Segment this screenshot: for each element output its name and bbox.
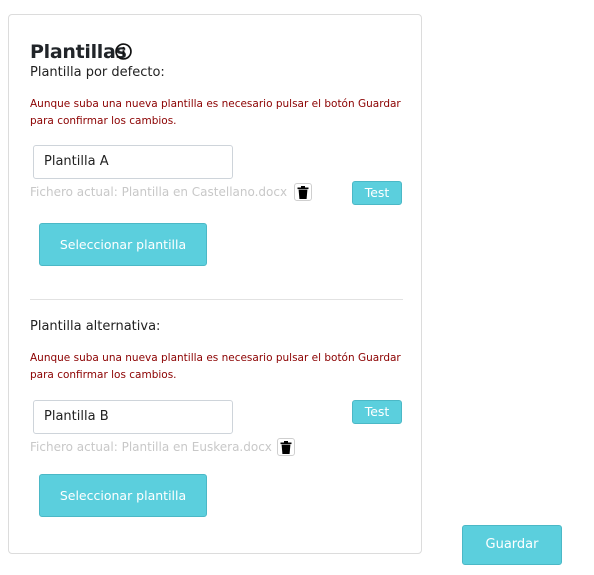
default-template-label: Plantilla por defecto: xyxy=(30,65,165,80)
default-template-test-button[interactable]: Test xyxy=(352,181,402,205)
save-button[interactable]: Guardar xyxy=(462,525,562,565)
alternative-template-name-input[interactable]: Plantilla B xyxy=(33,400,233,434)
default-template-delete-button[interactable] xyxy=(294,183,312,201)
alternative-template-current-file: Fichero actual: Plantilla en Euskera.doc… xyxy=(30,440,272,454)
alternative-template-label: Plantilla alternativa: xyxy=(30,319,161,334)
section-divider xyxy=(30,299,403,300)
trash-icon xyxy=(280,440,292,454)
alternative-template-warning: Aunque suba una nueva plantilla es neces… xyxy=(30,352,401,381)
default-template-current-file: Fichero actual: Plantilla en Castellano.… xyxy=(30,185,288,199)
trash-icon xyxy=(297,185,309,199)
alternative-template-delete-button[interactable] xyxy=(277,438,295,456)
default-template-warning: Aunque suba una nueva plantilla es neces… xyxy=(30,98,401,127)
alternative-template-select-button[interactable]: Seleccionar plantilla xyxy=(39,474,207,517)
default-template-name-input[interactable]: Plantilla A xyxy=(33,145,233,179)
info-icon[interactable] xyxy=(115,43,132,60)
default-template-select-button[interactable]: Seleccionar plantilla xyxy=(39,223,207,266)
section-title: Plantillas xyxy=(30,41,127,63)
alternative-template-test-button[interactable]: Test xyxy=(352,400,402,424)
templates-card: Plantillas Plantilla por defecto: Aunque… xyxy=(8,14,422,554)
